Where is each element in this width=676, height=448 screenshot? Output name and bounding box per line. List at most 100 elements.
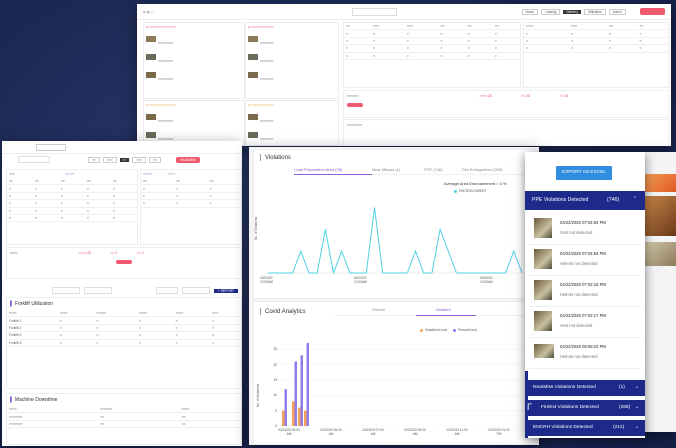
tab-detailed[interactable]: Detailed xyxy=(436,307,451,312)
tab-near-misses[interactable]: Near Misses (1) xyxy=(372,167,424,172)
covid-bar-chart xyxy=(278,343,528,426)
violation-thumbnail xyxy=(534,280,552,300)
bar-PersonCount xyxy=(284,389,287,426)
nav-tab[interactable]: ━━━ xyxy=(132,156,147,163)
left-search-input[interactable] xyxy=(36,143,66,151)
covid-ylabel: No. of Violations xyxy=(256,383,260,407)
nav-tab[interactable]: ━━━ xyxy=(102,156,117,163)
utilization-table-card: ━━━━ ━━━ ━━ ━━ ━ ━ ━ ━ ━ ━ ━ ━ ━ ━ ━ ━ xyxy=(523,22,669,88)
ppe-header-count: (746) xyxy=(607,197,620,203)
ppe-header[interactable]: PPE Violations Detected (746) ⌃ xyxy=(525,191,645,210)
violation-thumbnail xyxy=(534,218,552,238)
violation-type: Helmet not detected xyxy=(560,261,598,266)
alert-card: ● ━━━━━━━━━━━━━━ ━━━━━━━━ ━━━━━━━━ ━━━━━… xyxy=(143,22,245,99)
violations-card: Violations Load Preparation Area (25) Ne… xyxy=(253,149,535,299)
report-button[interactable]: + REPORT xyxy=(214,288,238,293)
chevron-down-icon[interactable]: ⌄ xyxy=(635,385,639,390)
x-tick-label: 04/22/20 05:00 AM xyxy=(320,428,342,436)
summary-card: ━━━━━━ ━━━━ 28 ━━ 28 ━━ 28 xyxy=(343,90,669,118)
user-button[interactable]: HI ADMIN xyxy=(176,156,200,163)
legend-swatch xyxy=(453,328,457,332)
x-tick-label: 04/15/20 12:00AM xyxy=(354,276,367,284)
x-ticks: 04/22/20 03:00 AM 04/22/20 05:00 AM 04/22/… xyxy=(278,428,528,442)
encroachment-series-line xyxy=(268,207,523,275)
violation-item[interactable]: 04/22/2020 07:04:54 PM Vest not detected xyxy=(529,214,641,245)
violations-title: Violations xyxy=(265,154,291,161)
forklift-row-label: Forklift 3 xyxy=(7,331,58,340)
violation-type: Vest not detected xyxy=(560,230,593,235)
utilization-table-card: ━━━━━ ━━━━ ━━ ━━ ━━ ━ ━ ━ ━ ━ ━ ━ ━ ━ xyxy=(140,169,242,245)
nav-tab-active[interactable]: ━━ xyxy=(119,157,130,162)
machine-title: Machine Downtime xyxy=(14,397,58,403)
violation-time: 04/22/2020 06:58:23 PM xyxy=(560,344,606,349)
filter-button[interactable] xyxy=(156,287,178,294)
ppe-violations-panel: EXPORT AS EXCEL PPE Violations Detected … xyxy=(525,152,645,438)
fireext-section[interactable]: Γ FireExt Violations Detected (268) ⌄ xyxy=(525,400,645,416)
export-excel-button[interactable]: EXPORT AS EXCEL xyxy=(556,166,612,180)
y-tick-label: 5 xyxy=(275,408,277,413)
nearmiss-section[interactable]: NearMiss Violations Detected (1) ⌄ xyxy=(525,380,645,396)
encrh-section[interactable]: ENCRH Violations Detected (212) ⌄ xyxy=(525,420,645,436)
shift-table-card: ━━━ ━━ ━━ ━━ ━━ ━━ ━━ ━━ ━ ━ ━ ━ ━ ━ ━ ━ ━ ━ ━ ━ ━ ━ ━ ━… xyxy=(6,169,138,245)
nav-tab-active[interactable]: Delivery xyxy=(563,9,581,14)
nav-tab[interactable]: ━━ xyxy=(88,156,100,163)
violations-line-chart xyxy=(268,207,523,275)
violation-thumbnail xyxy=(534,344,554,358)
back-window-right xyxy=(640,152,676,432)
chevron-up-icon[interactable]: ⌃ xyxy=(633,196,637,202)
x-tick-label: 04/22/20 01:00 PM xyxy=(488,428,510,436)
tab-fire-ext[interactable]: Fire Extinguisher (269) xyxy=(462,167,502,172)
arrow-icon: Γ xyxy=(527,402,532,412)
legend-label: ENCROACHMENT xyxy=(459,189,487,193)
forklift-row-label: Forklift 2 xyxy=(7,324,58,333)
bar-PersonCount xyxy=(294,361,297,426)
tab-load-prep[interactable]: Load Preparation Area (25) xyxy=(294,167,372,172)
nav-tab[interactable]: Loading xyxy=(541,8,561,15)
avg-encroachment-label: Average Area Encroachment = 0 % xyxy=(444,181,507,186)
x-tick-label: 04/22/20 11:00 AM xyxy=(446,428,468,436)
nav-tab[interactable]: Utilization xyxy=(583,8,606,15)
bar-ViolationsCount xyxy=(298,407,301,426)
y-tick-label: 15 xyxy=(273,377,277,382)
legend-swatch xyxy=(454,189,457,193)
chevron-down-icon[interactable]: ⌄ xyxy=(635,405,639,410)
y-tick-label: 10 xyxy=(273,393,277,398)
top-alert-button[interactable] xyxy=(639,8,665,15)
y-tick-label: 25 xyxy=(273,347,277,352)
violations-ylabel: No. of Violations xyxy=(254,216,258,240)
bar-PersonCount xyxy=(306,343,309,426)
left-filter[interactable] xyxy=(18,156,50,163)
violation-item[interactable]: 04/22/2020 07:04:54 PM Helmet not detect… xyxy=(529,245,641,276)
shift-table-card: ━━ ━━━ ━━━ ━━ ━━ ━━ ━ ━ ━ ━ ━ ━ ━ ━ ━ ━ ━ ━ ━ ━ ━ ━ ━ ━ ━ ━ ━ ━… xyxy=(343,22,521,88)
top-search-input[interactable] xyxy=(351,7,397,16)
filter-button[interactable] xyxy=(182,287,210,294)
violation-item[interactable]: 04/22/2020 07:02:18 PM Helmet not detect… xyxy=(529,276,641,307)
violation-thumbnail xyxy=(534,249,552,269)
y-ticks: 25 20 15 10 5 0 xyxy=(266,340,278,428)
date-filter[interactable] xyxy=(84,287,112,294)
x-tick-label: 04/22/20 03:00 AM xyxy=(278,428,300,436)
violation-item[interactable]: 04/22/2020 07:02:17 PM Vest not detected xyxy=(529,307,641,338)
details-card: ━━━━━━━━ xyxy=(343,119,669,146)
main-window: Violations Load Preparation Area (25) Ne… xyxy=(249,147,539,445)
alert-card: ● ━━━━━━━━━━━━ ━━━━━━━ ━━━━━━━ ━━━━━━━ xyxy=(245,22,339,99)
nav-tab[interactable]: Home xyxy=(521,8,539,15)
alert-card: ● ━━━━━━━━━━━━ ━━━━━━━ ━━━━━━━ xyxy=(245,100,339,146)
chevron-down-icon[interactable]: ⌄ xyxy=(635,425,639,430)
section-label: FireExt Violations Detected xyxy=(541,405,599,410)
nav-tab[interactable]: Admin xyxy=(608,8,626,15)
section-label: NearMiss Violations Detected xyxy=(533,385,596,390)
tab-overall[interactable]: Overall xyxy=(372,307,385,312)
legend-swatch xyxy=(420,328,423,332)
bar-ViolationsCount xyxy=(282,410,285,426)
violation-item[interactable]: 04/22/2020 06:58:23 PM Helmet not detect… xyxy=(529,338,641,369)
section-count: (268) xyxy=(619,405,631,410)
tab-ppe[interactable]: PPE (746) xyxy=(424,167,462,172)
nav-tab[interactable]: ━━ xyxy=(149,156,162,163)
violation-time: 04/22/2020 07:02:18 PM xyxy=(560,282,606,287)
y-tick-label: 0 xyxy=(275,424,277,428)
x-tick-label: 04/22/20 07:00 AM xyxy=(362,428,384,436)
covid-card: Covid Analytics Overall Detailed Violati… xyxy=(253,301,535,445)
violation-type: Vest not detected xyxy=(560,323,593,328)
date-filter[interactable] xyxy=(52,287,80,294)
